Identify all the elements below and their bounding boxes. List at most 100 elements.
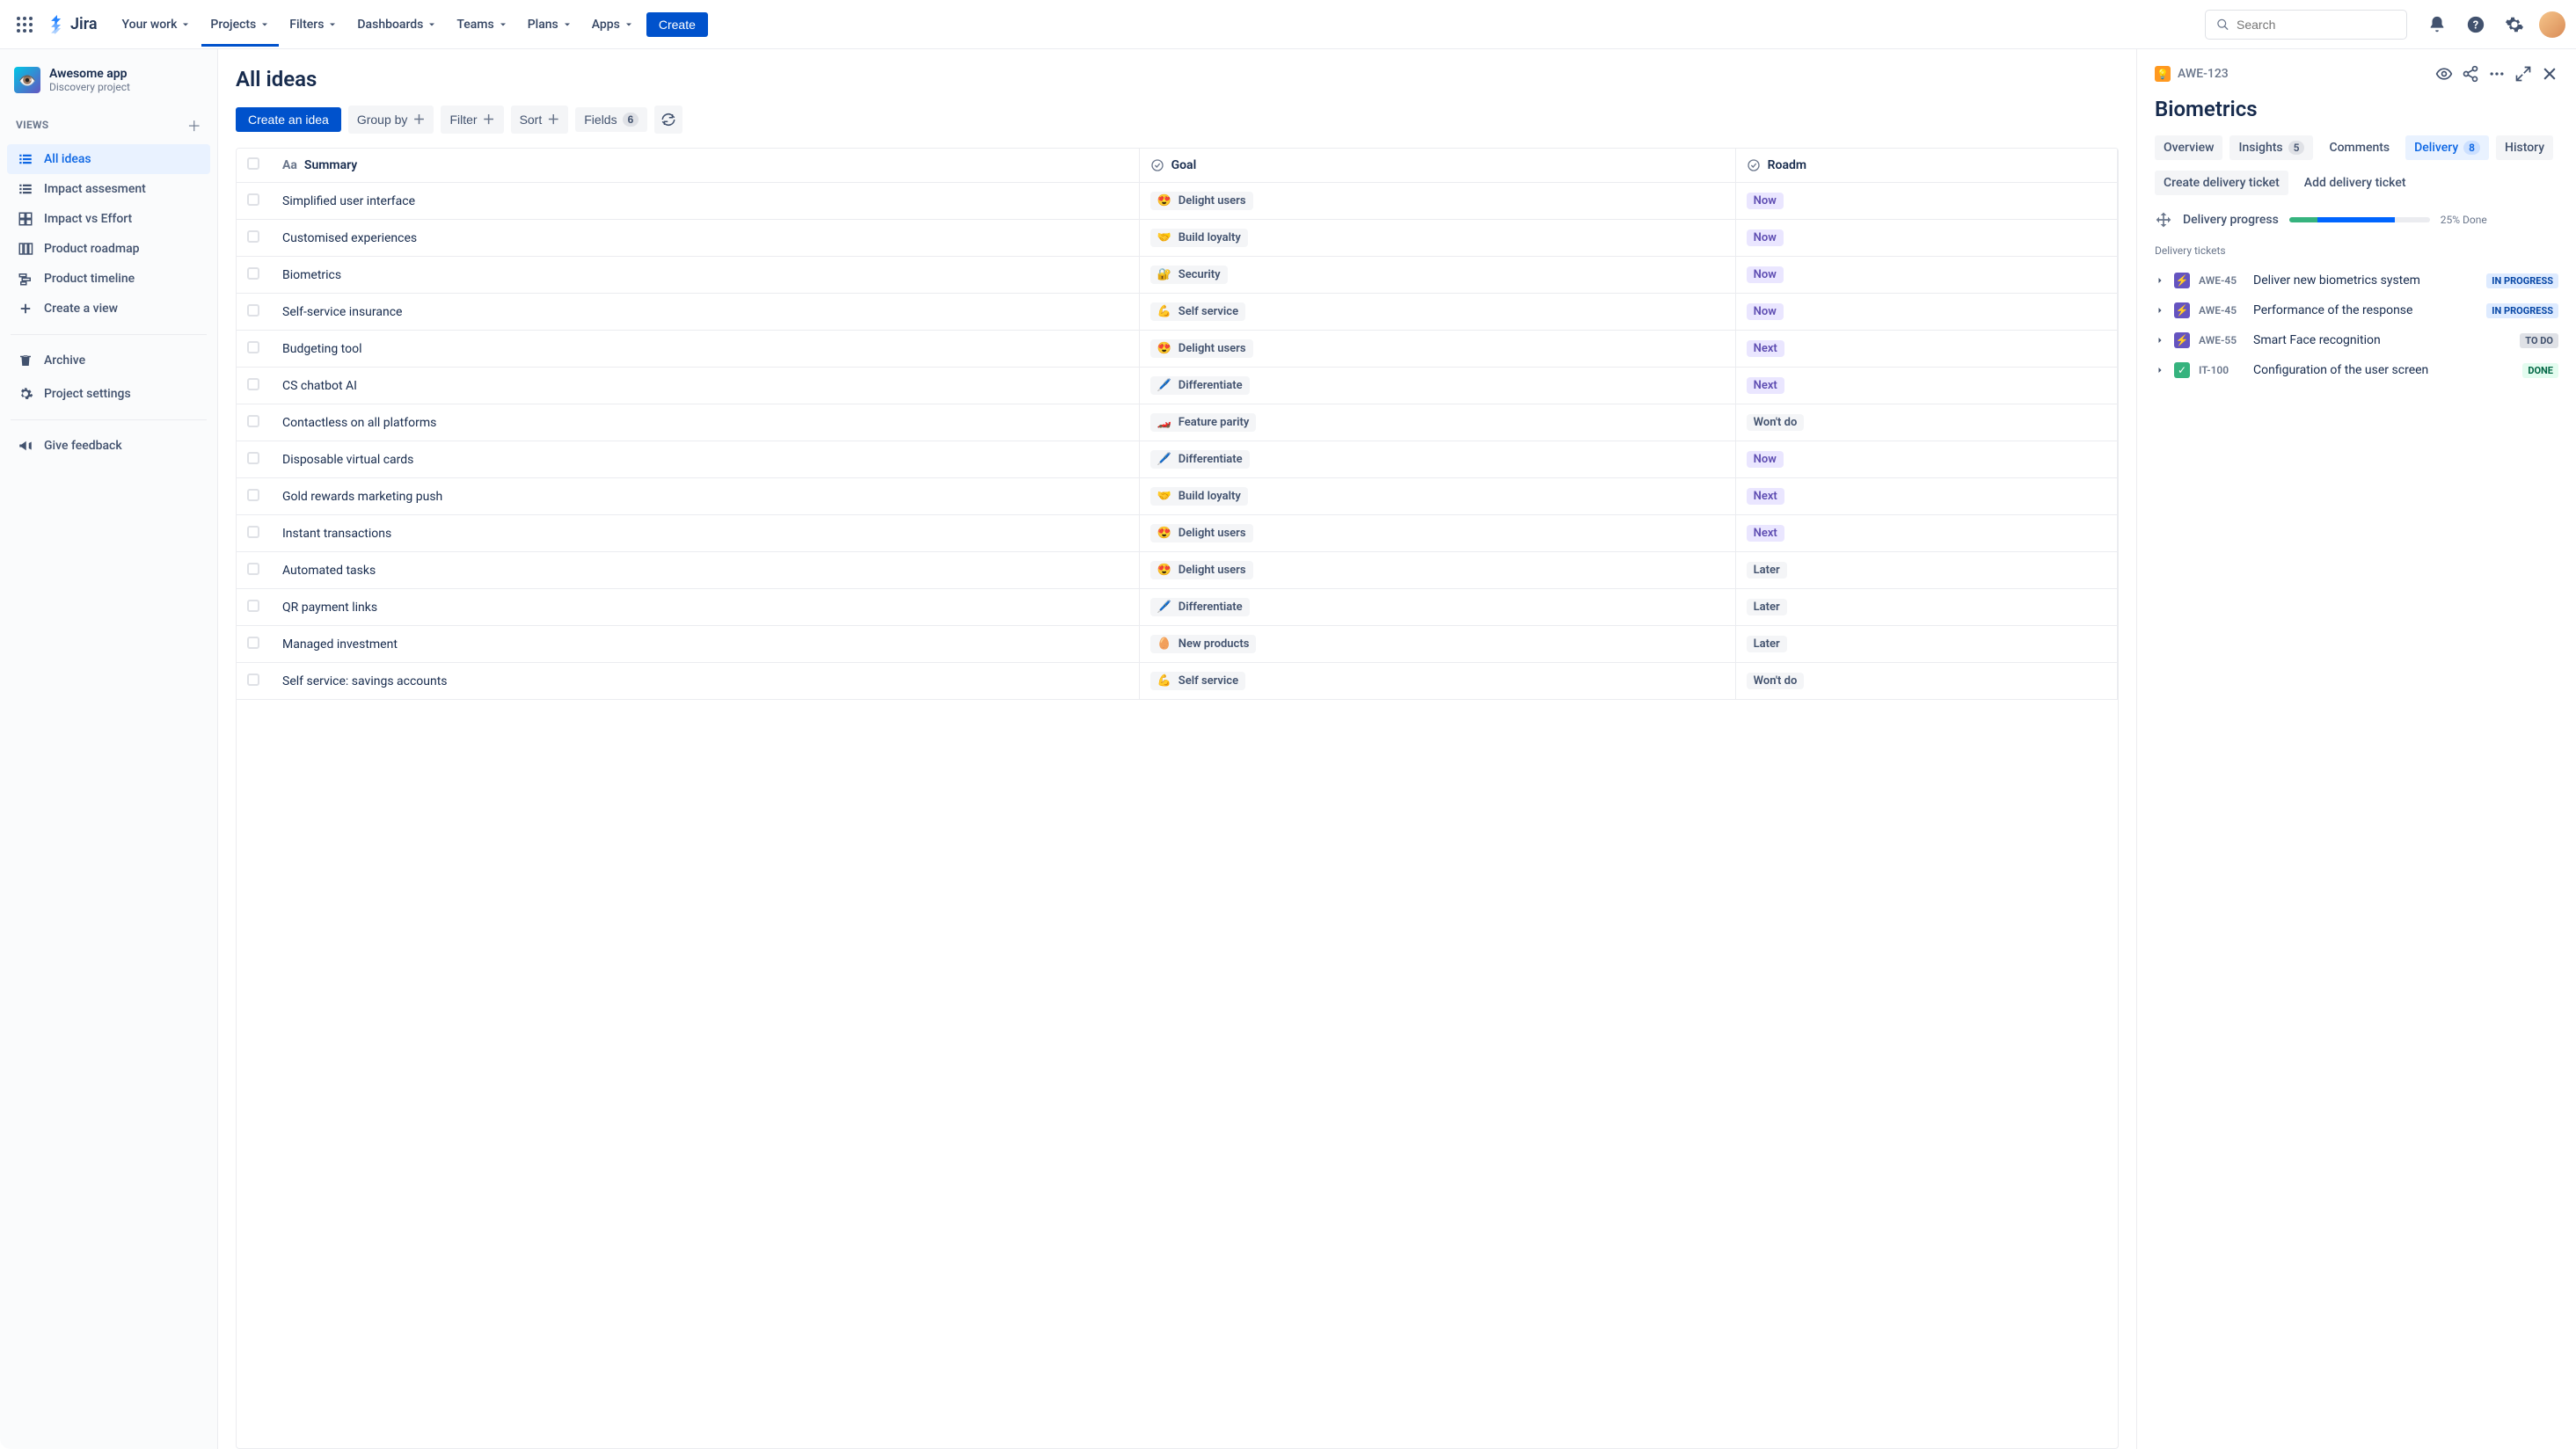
- add-delivery-ticket-button[interactable]: Add delivery ticket: [2295, 171, 2415, 195]
- app-switcher-icon[interactable]: [11, 11, 39, 39]
- cell-goal[interactable]: 🖊️Differentiate: [1139, 589, 1735, 626]
- row-checkbox[interactable]: [247, 489, 259, 501]
- sidebar-item-product-roadmap[interactable]: Product roadmap: [7, 234, 210, 264]
- cell-summary[interactable]: Gold rewards marketing push: [272, 478, 1139, 515]
- ticket-key[interactable]: IT-100: [2199, 364, 2244, 376]
- cell-roadmap[interactable]: Now: [1735, 220, 2117, 257]
- cell-summary[interactable]: Biometrics: [272, 257, 1139, 294]
- tab-history[interactable]: History: [2496, 135, 2553, 160]
- group-by-button[interactable]: Group by＋: [348, 106, 434, 134]
- cell-goal[interactable]: 💪Self service: [1139, 663, 1735, 700]
- ticket-row[interactable]: ⚡AWE-55Smart Face recognitionTO DO: [2155, 325, 2558, 355]
- row-checkbox[interactable]: [247, 600, 259, 612]
- detail-title[interactable]: Biometrics: [2155, 97, 2558, 121]
- chevron-right-icon[interactable]: [2155, 365, 2165, 375]
- cell-roadmap[interactable]: Now: [1735, 294, 2117, 331]
- ticket-key[interactable]: AWE-45: [2199, 274, 2244, 287]
- cell-goal[interactable]: 😍Delight users: [1139, 183, 1735, 220]
- ticket-title[interactable]: Performance of the response: [2253, 303, 2477, 317]
- table-row[interactable]: Gold rewards marketing push🤝Build loyalt…: [237, 478, 2118, 515]
- chevron-right-icon[interactable]: [2155, 275, 2165, 286]
- cell-summary[interactable]: CS chatbot AI: [272, 368, 1139, 404]
- cell-goal[interactable]: 🤝Build loyalty: [1139, 478, 1735, 515]
- chevron-right-icon[interactable]: [2155, 335, 2165, 346]
- ticket-row[interactable]: ⚡AWE-45Performance of the responseIN PRO…: [2155, 295, 2558, 325]
- table-row[interactable]: Self service: savings accounts💪Self serv…: [237, 663, 2118, 700]
- cell-goal[interactable]: 💪Self service: [1139, 294, 1735, 331]
- notifications-icon[interactable]: [2423, 11, 2451, 39]
- cell-goal[interactable]: 🖊️Differentiate: [1139, 368, 1735, 404]
- cell-roadmap[interactable]: Now: [1735, 183, 2117, 220]
- cell-roadmap[interactable]: Later: [1735, 626, 2117, 663]
- settings-icon[interactable]: [2500, 11, 2529, 39]
- cell-roadmap[interactable]: Now: [1735, 441, 2117, 478]
- help-icon[interactable]: ?: [2462, 11, 2490, 39]
- sidebar-item-product-timeline[interactable]: Product timeline: [7, 264, 210, 294]
- create-delivery-ticket-button[interactable]: Create delivery ticket: [2155, 171, 2288, 195]
- cell-summary[interactable]: Self-service insurance: [272, 294, 1139, 331]
- cell-summary[interactable]: Simplified user interface: [272, 183, 1139, 220]
- nav-item-dashboards[interactable]: Dashboards: [348, 12, 446, 37]
- ticket-title[interactable]: Deliver new biometrics system: [2253, 273, 2477, 288]
- cell-goal[interactable]: 😍Delight users: [1139, 331, 1735, 368]
- cell-goal[interactable]: 🔐Security: [1139, 257, 1735, 294]
- filter-button[interactable]: Filter＋: [441, 106, 503, 134]
- status-badge[interactable]: DONE: [2522, 363, 2558, 378]
- table-row[interactable]: Budgeting tool😍Delight usersNext: [237, 331, 2118, 368]
- row-checkbox[interactable]: [247, 193, 259, 206]
- create-idea-button[interactable]: Create an idea: [236, 107, 341, 132]
- ticket-key[interactable]: AWE-55: [2199, 334, 2244, 346]
- row-checkbox[interactable]: [247, 674, 259, 686]
- cell-goal[interactable]: 🖊️Differentiate: [1139, 441, 1735, 478]
- ticket-key[interactable]: AWE-45: [2199, 304, 2244, 317]
- cell-summary[interactable]: Budgeting tool: [272, 331, 1139, 368]
- tab-overview[interactable]: Overview: [2155, 135, 2222, 160]
- cell-roadmap[interactable]: Next: [1735, 478, 2117, 515]
- cell-goal[interactable]: 😍Delight users: [1139, 515, 1735, 552]
- sidebar-item-archive[interactable]: Archive: [7, 346, 210, 375]
- nav-item-plans[interactable]: Plans: [519, 12, 581, 37]
- cell-roadmap[interactable]: Won't do: [1735, 663, 2117, 700]
- status-badge[interactable]: TO DO: [2520, 333, 2558, 348]
- nav-item-filters[interactable]: Filters: [281, 12, 347, 37]
- table-row[interactable]: Self-service insurance💪Self serviceNow: [237, 294, 2118, 331]
- row-checkbox[interactable]: [247, 267, 259, 280]
- search-input[interactable]: [2237, 18, 2396, 32]
- cell-roadmap[interactable]: Now: [1735, 257, 2117, 294]
- nav-item-projects[interactable]: Projects: [201, 3, 279, 47]
- cell-summary[interactable]: Disposable virtual cards: [272, 441, 1139, 478]
- table-row[interactable]: Customised experiences🤝Build loyaltyNow: [237, 220, 2118, 257]
- ticket-title[interactable]: Smart Face recognition: [2253, 333, 2511, 347]
- column-goal[interactable]: Goal: [1139, 149, 1735, 183]
- row-checkbox[interactable]: [247, 378, 259, 390]
- cell-roadmap[interactable]: Next: [1735, 368, 2117, 404]
- sidebar-item-create-a-view[interactable]: Create a view: [7, 294, 210, 324]
- ticket-row[interactable]: ✓IT-100Configuration of the user screenD…: [2155, 355, 2558, 385]
- nav-item-apps[interactable]: Apps: [583, 12, 643, 37]
- sidebar-item-impact-vs-effort[interactable]: Impact vs Effort: [7, 204, 210, 234]
- cell-summary[interactable]: Contactless on all platforms: [272, 404, 1139, 441]
- row-checkbox[interactable]: [247, 637, 259, 649]
- table-row[interactable]: Simplified user interface😍Delight usersN…: [237, 183, 2118, 220]
- cell-summary[interactable]: QR payment links: [272, 589, 1139, 626]
- cell-goal[interactable]: 🏎️Feature parity: [1139, 404, 1735, 441]
- fields-button[interactable]: Fields6: [575, 107, 647, 132]
- nav-item-teams[interactable]: Teams: [448, 12, 516, 37]
- status-badge[interactable]: IN PROGRESS: [2486, 273, 2558, 288]
- table-row[interactable]: Managed investment🥚New productsLater: [237, 626, 2118, 663]
- issue-key[interactable]: 💡 AWE-123: [2155, 66, 2229, 82]
- cell-summary[interactable]: Customised experiences: [272, 220, 1139, 257]
- cell-roadmap[interactable]: Next: [1735, 331, 2117, 368]
- expand-icon[interactable]: [2514, 65, 2532, 83]
- cell-roadmap[interactable]: Won't do: [1735, 404, 2117, 441]
- sidebar-item-settings[interactable]: Project settings: [7, 379, 210, 409]
- jira-logo[interactable]: Jira: [42, 15, 103, 34]
- user-avatar[interactable]: [2539, 11, 2565, 38]
- cell-summary[interactable]: Instant transactions: [272, 515, 1139, 552]
- row-checkbox[interactable]: [247, 563, 259, 575]
- row-checkbox[interactable]: [247, 304, 259, 317]
- row-checkbox[interactable]: [247, 415, 259, 427]
- cell-summary[interactable]: Managed investment: [272, 626, 1139, 663]
- table-row[interactable]: Disposable virtual cards🖊️DifferentiateN…: [237, 441, 2118, 478]
- tab-insights[interactable]: Insights5: [2229, 135, 2313, 160]
